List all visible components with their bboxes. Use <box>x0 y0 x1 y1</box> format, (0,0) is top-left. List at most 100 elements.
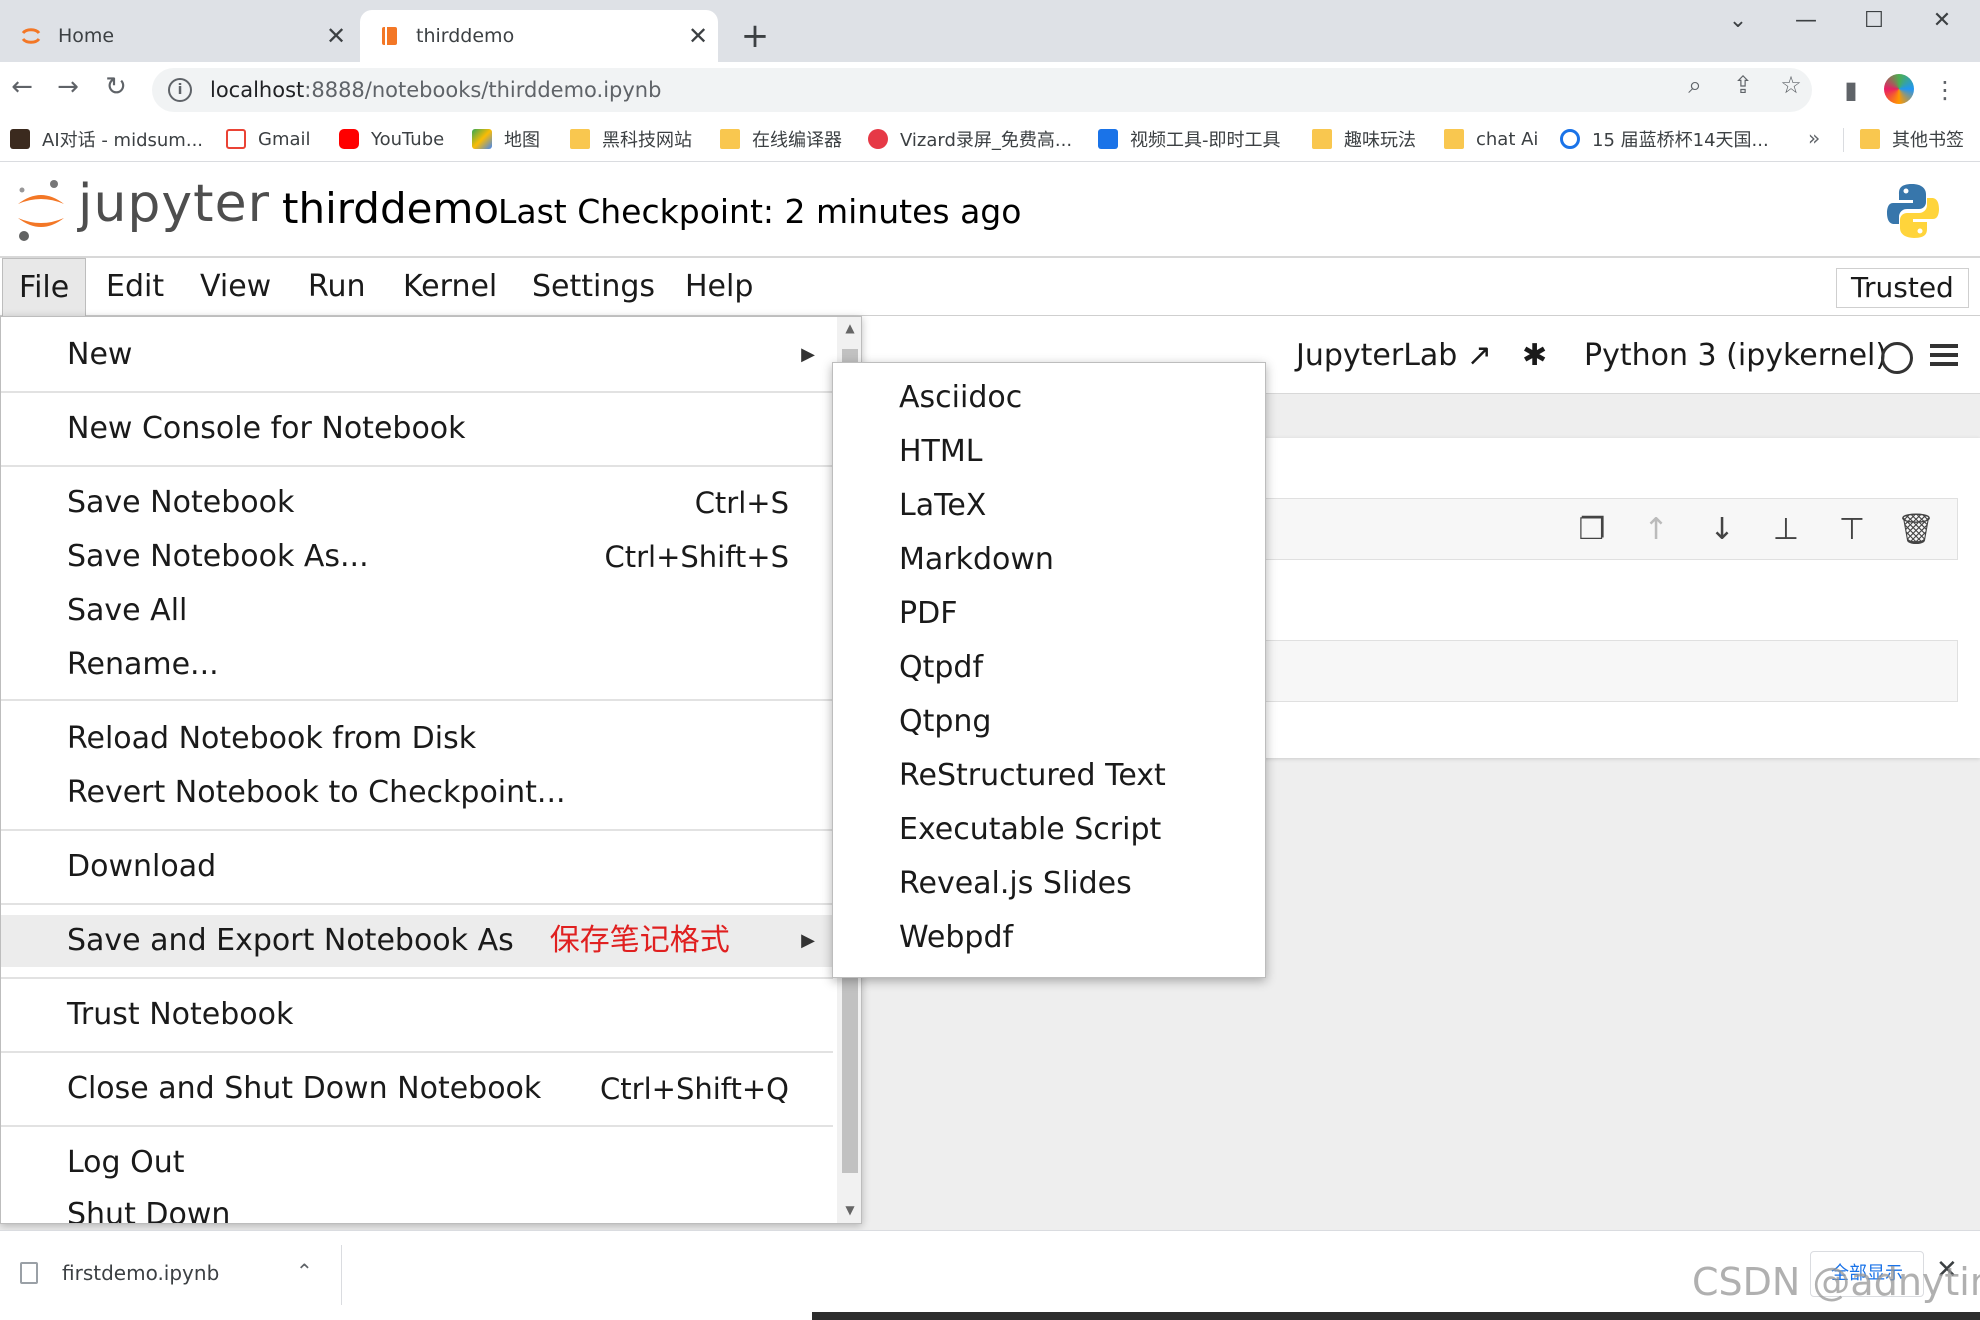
export-markdown[interactable]: Markdown <box>833 533 1265 587</box>
debugger-bug-icon[interactable]: ✱ <box>1522 338 1547 373</box>
watermark: CSDN @adnyting <box>1692 1260 1980 1304</box>
menu-edit[interactable]: Edit <box>90 258 180 316</box>
insert-above-icon[interactable]: ⊥ <box>1766 510 1806 550</box>
bookmark-lanqiao[interactable]: 15 届蓝桥杯14天国... <box>1560 124 1769 154</box>
bookmark-maps[interactable]: 地图 <box>472 124 540 154</box>
export-html[interactable]: HTML <box>833 425 1265 479</box>
side-panel-icon[interactable]: ▮ <box>1834 76 1868 104</box>
scroll-up-icon[interactable]: ▲ <box>837 321 861 335</box>
export-latex[interactable]: LaTeX <box>833 479 1265 533</box>
tab-search-icon[interactable]: ⌄ <box>1718 8 1758 33</box>
bookmark-gmail[interactable]: Gmail <box>226 124 311 154</box>
zoom-icon[interactable]: ⌕ <box>1678 71 1712 99</box>
export-asciidoc[interactable]: Asciidoc <box>833 371 1265 425</box>
open-jupyterlab-button[interactable]: JupyterLab ↗ <box>1296 338 1492 373</box>
vizard-icon <box>868 129 888 149</box>
bookmark-other[interactable]: 其他书签 <box>1860 124 1964 154</box>
profile-avatar[interactable] <box>1884 74 1914 104</box>
forward-arrow-icon[interactable]: → <box>50 72 86 102</box>
chevron-up-icon[interactable]: ⌃ <box>296 1259 313 1283</box>
notebook-title[interactable]: thirddemo <box>282 184 499 233</box>
download-filename: firstdemo.ipynb <box>62 1261 220 1285</box>
trusted-indicator[interactable]: Trusted <box>1836 268 1969 308</box>
menu-item-save-and-export[interactable]: Save and Export Notebook As 保存笔记格式 ▶ <box>1 915 833 967</box>
menu-item-new-console[interactable]: New Console for Notebook <box>1 403 833 455</box>
share-icon[interactable]: ⇪ <box>1726 71 1760 99</box>
bookmark-video-tool[interactable]: 视频工具-即时工具 <box>1098 124 1281 154</box>
maximize-icon[interactable]: ☐ <box>1854 8 1894 33</box>
folder-icon <box>1444 129 1464 149</box>
menu-item-save-notebook-as[interactable]: Save Notebook As... Ctrl+Shift+S <box>1 531 833 583</box>
bookmark-folder-chat-ai[interactable]: chat Ai <box>1444 124 1538 154</box>
duplicate-cell-icon[interactable]: ❐ <box>1572 510 1612 550</box>
menu-item-shut-down[interactable]: Shut Down <box>1 1189 833 1223</box>
export-qtpng[interactable]: Qtpng <box>833 695 1265 749</box>
bookmark-folder-compiler[interactable]: 在线编译器 <box>720 124 842 154</box>
bookmarks-bar: AI对话 - midsum... Gmail YouTube 地图 黑科技网站 … <box>0 116 1980 162</box>
folder-icon <box>1860 129 1880 149</box>
menu-settings[interactable]: Settings <box>516 258 671 316</box>
ai-chat-icon <box>10 129 30 149</box>
code-cell-input[interactable] <box>1240 640 1958 702</box>
move-down-icon[interactable]: ↓ <box>1702 510 1742 550</box>
bookmark-youtube[interactable]: YouTube <box>339 124 444 154</box>
tab-title: Home <box>58 25 115 47</box>
export-revealjs-slides[interactable]: Reveal.js Slides <box>833 857 1265 911</box>
menu-help[interactable]: Help <box>669 258 769 316</box>
close-tab-icon[interactable]: ✕ <box>316 22 356 50</box>
menu-run[interactable]: Run <box>292 258 382 316</box>
tab-home[interactable]: Home ✕ <box>0 10 356 62</box>
bookmarks-overflow-icon[interactable]: » <box>1808 126 1820 150</box>
hamburger-menu-icon[interactable] <box>1930 344 1958 371</box>
menu-file[interactable]: File <box>2 258 87 316</box>
scroll-down-icon[interactable]: ▼ <box>837 1203 861 1217</box>
move-up-icon[interactable]: ↑ <box>1636 510 1676 550</box>
export-webpdf[interactable]: Webpdf <box>833 911 1265 965</box>
tab-thirddemo[interactable]: thirddemo ✕ <box>360 10 718 62</box>
tab-title: thirddemo <box>416 25 515 47</box>
bookmark-folder-fun[interactable]: 趣味玩法 <box>1312 124 1416 154</box>
bookmarks-divider <box>1843 128 1844 152</box>
bookmark-ai-chat[interactable]: AI对话 - midsum... <box>10 124 203 154</box>
export-executable-script[interactable]: Executable Script <box>833 803 1265 857</box>
more-menu-icon[interactable]: ⋮ <box>1928 76 1962 104</box>
annotation-text: 保存笔记格式 <box>549 923 730 958</box>
menu-item-rename[interactable]: Rename... <box>1 639 833 691</box>
insert-below-icon[interactable]: ⊤ <box>1832 510 1872 550</box>
menu-item-download[interactable]: Download <box>1 841 833 893</box>
menu-item-close-shutdown[interactable]: Close and Shut Down Notebook Ctrl+Shift+Q <box>1 1063 833 1115</box>
menu-item-new[interactable]: New ▶ <box>1 329 833 381</box>
jupyter-header: jupyter thirddemo Last Checkpoint: 2 min… <box>0 162 1980 258</box>
export-pdf[interactable]: PDF <box>833 587 1265 641</box>
jupyterlab-label: JupyterLab <box>1296 338 1458 373</box>
window-close-icon[interactable]: ✕ <box>1922 8 1962 33</box>
menu-item-save-all[interactable]: Save All <box>1 585 833 637</box>
gmail-icon <box>226 129 246 149</box>
export-qtpdf[interactable]: Qtpdf <box>833 641 1265 695</box>
menu-item-log-out[interactable]: Log Out <box>1 1137 833 1189</box>
address-bar[interactable]: i localhost:8888/notebooks/thirddemo.ipy… <box>152 68 1812 112</box>
bookmark-vizard[interactable]: Vizard录屏_免费高... <box>868 124 1072 154</box>
export-restructured-text[interactable]: ReStructured Text <box>833 749 1265 803</box>
close-tab-icon[interactable]: ✕ <box>678 22 718 50</box>
notebook-favicon-icon <box>382 27 397 45</box>
menu-kernel[interactable]: Kernel <box>387 258 513 316</box>
delete-cell-icon[interactable]: 🗑 <box>1896 510 1936 550</box>
back-arrow-icon[interactable]: ← <box>4 72 40 102</box>
menu-item-revert[interactable]: Revert Notebook to Checkpoint... <box>1 767 833 819</box>
new-tab-button[interactable]: + <box>735 16 775 56</box>
jupyter-logo-icon[interactable] <box>16 178 66 242</box>
download-item[interactable]: firstdemo.ipynb <box>20 1261 219 1285</box>
kernel-status-icon <box>1881 342 1913 374</box>
site-info-icon[interactable]: i <box>168 78 192 102</box>
shortcut-label: Ctrl+Shift+S <box>604 540 789 574</box>
bookmark-folder-tech[interactable]: 黑科技网站 <box>570 124 692 154</box>
menu-item-reload[interactable]: Reload Notebook from Disk <box>1 713 833 765</box>
menu-item-save-notebook[interactable]: Save Notebook Ctrl+S <box>1 477 833 529</box>
minimize-icon[interactable]: — <box>1786 8 1826 33</box>
bookmark-star-icon[interactable]: ☆ <box>1774 71 1808 99</box>
menu-item-trust-notebook[interactable]: Trust Notebook <box>1 989 833 1041</box>
menu-view[interactable]: View <box>184 258 287 316</box>
reload-icon[interactable]: ↻ <box>98 72 134 102</box>
kernel-name[interactable]: Python 3 (ipykernel) <box>1584 338 1887 373</box>
